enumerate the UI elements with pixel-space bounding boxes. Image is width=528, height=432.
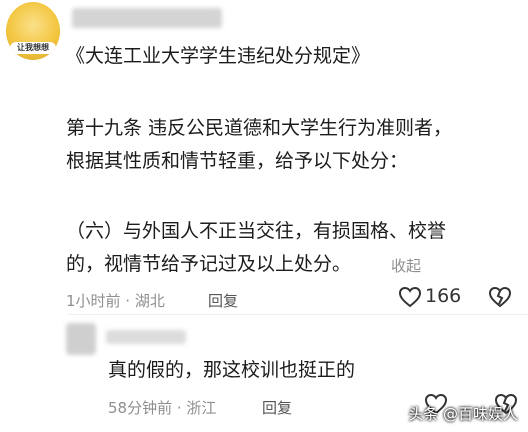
comment-clause-line-2: 的，视情节给予记过及以上处分。: [66, 253, 352, 275]
comment-article-line-1: 第十九条 违反公民道德和大学生行为准则者，: [66, 117, 453, 139]
avatar[interactable]: 让我想想: [6, 2, 60, 60]
divider: [68, 314, 528, 315]
username-blurred[interactable]: [72, 8, 222, 28]
comment-title-line: 《大连工业大学学生违纪处分规定》: [66, 45, 371, 67]
reply-username-blurred[interactable]: [106, 330, 186, 344]
like-icon[interactable]: [398, 286, 422, 308]
reply-time-location: 58分钟前 · 浙江: [108, 399, 217, 417]
reply-text: 真的假的，那这校训也挺正的: [108, 359, 356, 381]
reply-reply-button[interactable]: 回复: [262, 397, 292, 418]
reply-reply-label: 回复: [262, 399, 293, 417]
watermark: 头条 @百味娱人: [408, 405, 518, 423]
dislike-icon[interactable]: [488, 286, 512, 308]
comment-meta: 1小时前 · 湖北: [66, 290, 165, 311]
reply-avatar[interactable]: [66, 323, 96, 355]
comment-article-line-2: 根据其性质和情节轻重，给予以下处分：: [66, 150, 409, 172]
comment-time-location: 1小时前 · 湖北: [66, 292, 165, 310]
avatar-badge: 让我想想: [10, 42, 56, 54]
like-count: 166: [425, 285, 462, 307]
comment-clause-line-1: （六）与外国人不正当交往，有损国格、校誉: [66, 220, 447, 242]
collapse-button[interactable]: 收起: [391, 255, 421, 276]
reply-label: 回复: [208, 292, 239, 310]
comment-reply-button[interactable]: 回复: [208, 290, 238, 311]
